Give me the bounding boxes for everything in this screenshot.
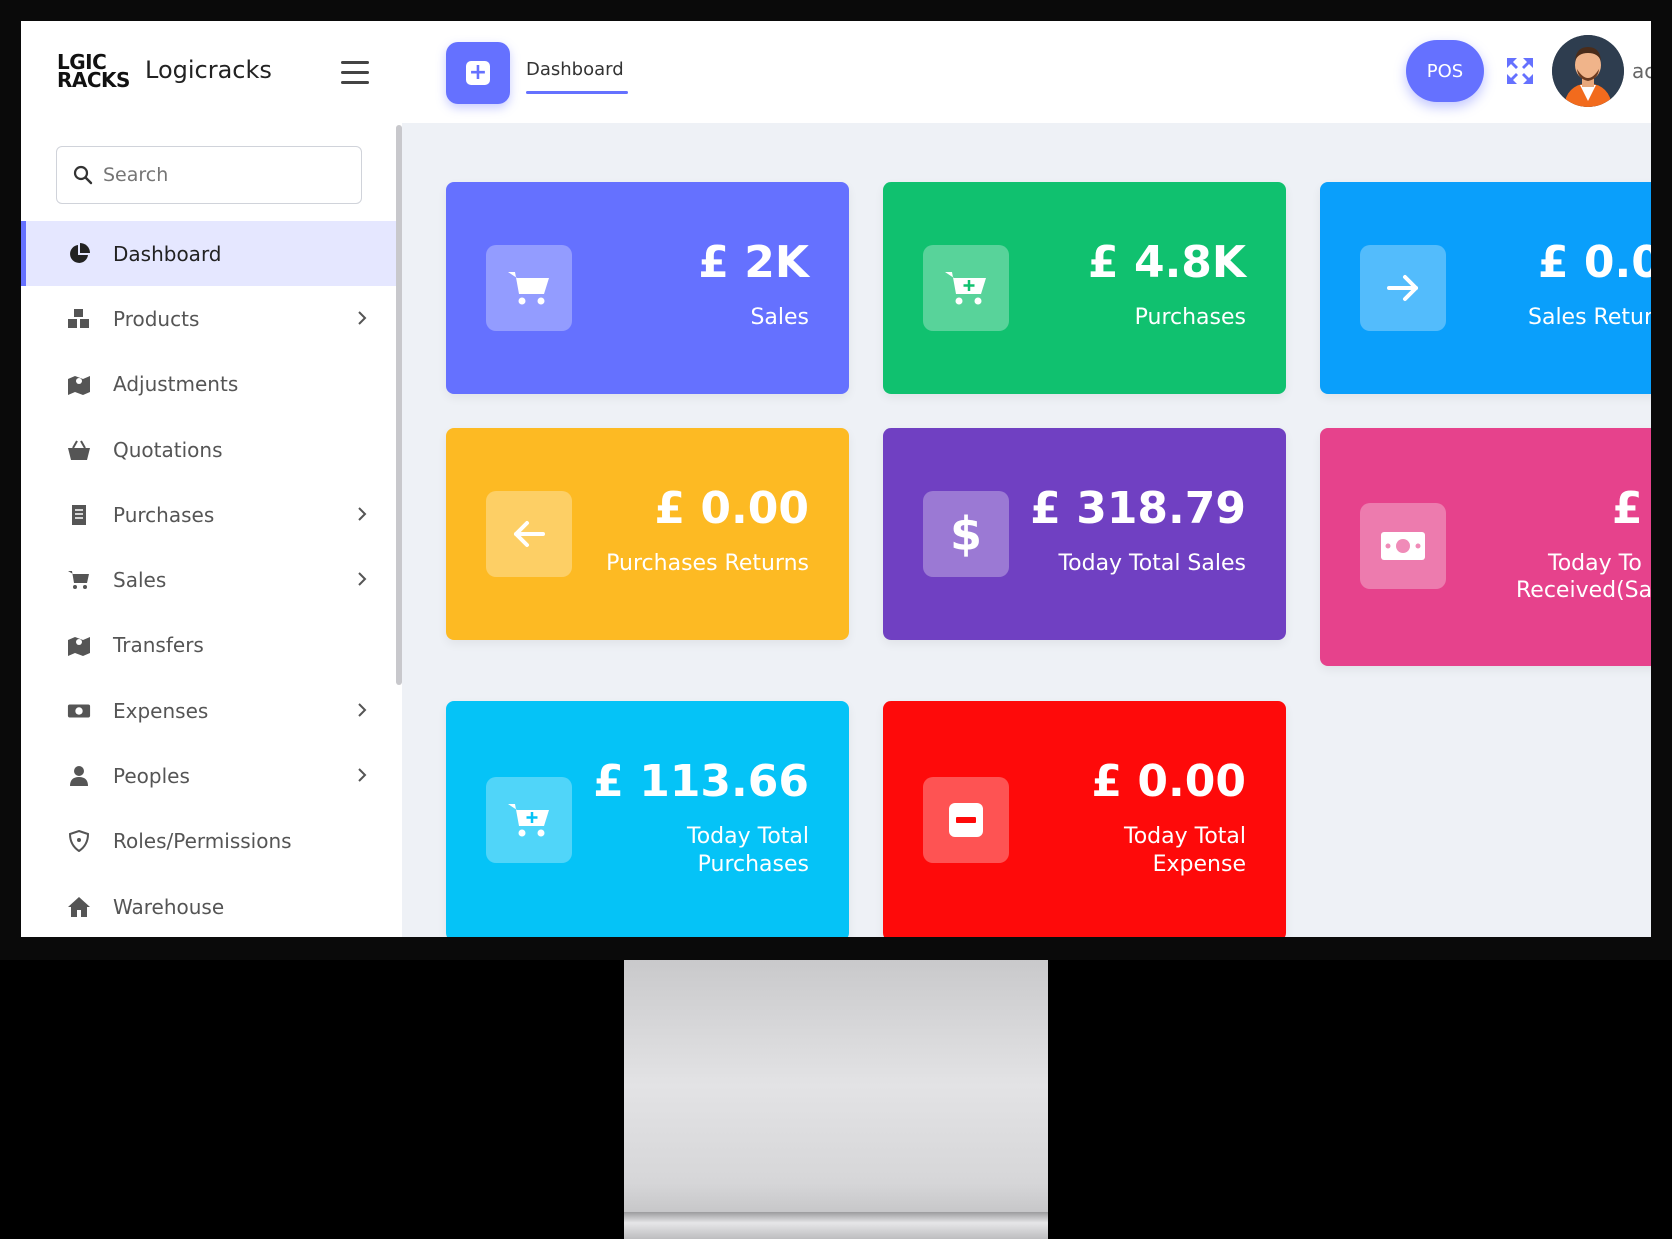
user-avatar[interactable] xyxy=(1552,35,1624,107)
stat-amount: £ 0.00 xyxy=(654,483,810,534)
stat-label: Sales xyxy=(750,305,809,330)
top-bar: LGIC RACKS Logicracks + Dashboard POS ac xyxy=(21,21,1651,123)
chevron-right-icon xyxy=(358,311,367,326)
sidebar-item-label: Adjustments xyxy=(113,372,239,397)
stat-label: Expense xyxy=(1152,852,1246,877)
chevron-right-icon xyxy=(358,768,367,783)
sidebar-item-label: Roles/Permissions xyxy=(113,829,292,854)
stat-card-today-total-purchases[interactable]: £ 113.66 Today Total Purchases xyxy=(446,701,849,937)
tab-dashboard[interactable]: Dashboard xyxy=(526,59,624,80)
shield-icon xyxy=(67,829,91,853)
map-icon xyxy=(67,372,91,396)
user-name[interactable]: ac xyxy=(1632,59,1651,83)
dollar-icon: $ xyxy=(923,491,1009,577)
basket-icon xyxy=(67,438,91,462)
sidebar-item-sales[interactable]: Sales xyxy=(21,547,396,612)
money-icon xyxy=(67,699,91,723)
stat-amount: £ 1 xyxy=(1612,483,1651,534)
sidebar-item-dashboard[interactable]: Dashboard xyxy=(21,221,396,287)
search-input[interactable] xyxy=(103,164,343,186)
sidebar-scrollbar[interactable] xyxy=(396,125,402,685)
pie-chart-icon xyxy=(67,242,91,266)
stat-label: Received(Sale xyxy=(1516,578,1651,603)
stat-amount: £ 113.66 xyxy=(593,756,809,807)
minus-icon xyxy=(923,777,1009,863)
sidebar-item-peoples[interactable]: Peoples xyxy=(21,743,396,808)
fullscreen-icon[interactable] xyxy=(1505,56,1535,86)
search-icon xyxy=(73,165,93,185)
add-tab-button[interactable]: + xyxy=(446,42,510,104)
stat-amount: £ 0.00 xyxy=(1091,756,1247,807)
cart-plus-icon xyxy=(486,777,572,863)
user-icon xyxy=(67,764,91,788)
stat-label: Today To xyxy=(1548,551,1642,576)
sidebar-item-label: Warehouse xyxy=(113,894,225,919)
sidebar-item-products[interactable]: Products xyxy=(21,286,396,351)
receipt-icon xyxy=(67,503,91,527)
brand: LGIC RACKS Logicracks xyxy=(21,21,402,123)
menu-toggle-icon[interactable] xyxy=(341,61,369,85)
sidebar-item-label: Transfers xyxy=(113,633,204,658)
chevron-right-icon xyxy=(358,507,367,521)
arrow-right-icon xyxy=(1360,245,1446,331)
sidebar-item-label: Dashboard xyxy=(113,241,222,266)
stat-card-purchases-returns[interactable]: £ 0.00 Purchases Returns xyxy=(446,428,849,640)
stat-label: Today Total xyxy=(687,824,809,849)
boxes-icon xyxy=(67,307,91,331)
logo-line-2: RACKS xyxy=(57,68,130,92)
stat-label: Today Total Sales xyxy=(1058,551,1246,576)
sidebar-item-transfers[interactable]: Transfers xyxy=(21,613,396,678)
search-box[interactable] xyxy=(56,146,362,204)
app-screen: LGIC RACKS Logicracks + Dashboard POS ac… xyxy=(21,21,1651,937)
monitor-stand xyxy=(624,960,1048,1239)
brand-name: Logicracks xyxy=(145,56,272,84)
sidebar-menu: Dashboard Products Adjustments Quotation… xyxy=(21,221,396,937)
sidebar-item-label: Quotations xyxy=(113,437,223,462)
chevron-right-icon xyxy=(358,572,367,587)
brand-logo[interactable]: LGIC RACKS xyxy=(57,52,130,93)
stat-card-sales[interactable]: £ 2K Sales xyxy=(446,182,849,394)
cart-icon xyxy=(486,245,572,331)
cart-plus-icon xyxy=(923,245,1009,331)
stat-label: Today Total xyxy=(1124,824,1246,849)
pos-button[interactable]: POS xyxy=(1406,40,1484,102)
sidebar-item-expenses[interactable]: Expenses xyxy=(21,678,396,743)
sidebar-item-label: Purchases xyxy=(113,502,215,527)
cart-icon xyxy=(67,568,91,592)
stat-amount: £ 0.0 xyxy=(1538,237,1651,288)
sidebar-item-warehouse[interactable]: Warehouse xyxy=(21,874,396,937)
stat-card-today-total-expense[interactable]: £ 0.00 Today Total Expense xyxy=(883,701,1286,937)
map-icon xyxy=(67,633,91,657)
stat-amount: £ 4.8K xyxy=(1088,237,1246,288)
chevron-right-icon xyxy=(358,703,367,717)
sidebar-item-roles-permissions[interactable]: Roles/Permissions xyxy=(21,809,396,874)
sidebar-item-adjustments[interactable]: Adjustments xyxy=(21,352,396,417)
stat-label: Purchases Returns xyxy=(606,551,809,576)
stat-label: Sales Retur xyxy=(1528,305,1651,330)
sidebar-item-label: Products xyxy=(113,306,200,331)
money-icon xyxy=(1360,503,1446,589)
home-icon xyxy=(67,895,91,919)
arrow-left-icon xyxy=(486,491,572,577)
stat-card-today-total-sales[interactable]: $ £ 318.79 Today Total Sales xyxy=(883,428,1286,640)
sidebar-item-label: Sales xyxy=(113,568,167,593)
stat-card-today-total-received[interactable]: £ 1 Today To Received(Sale xyxy=(1320,428,1651,666)
stat-card-purchases[interactable]: £ 4.8K Purchases xyxy=(883,182,1286,394)
stat-amount: £ 318.79 xyxy=(1030,483,1246,534)
stat-card-sales-returns[interactable]: £ 0.0 Sales Retur xyxy=(1320,182,1651,394)
sidebar-item-purchases[interactable]: Purchases xyxy=(21,482,396,547)
stat-label: Purchases xyxy=(697,852,809,877)
monitor-stand-base xyxy=(624,1212,1048,1239)
tab-active-indicator xyxy=(526,91,628,94)
sidebar-item-label: Expenses xyxy=(113,698,209,723)
stat-amount: £ 2K xyxy=(698,237,809,288)
stat-label: Purchases xyxy=(1134,305,1246,330)
sidebar-item-label: Peoples xyxy=(113,764,190,789)
plus-icon: + xyxy=(466,61,490,85)
sidebar-item-quotations[interactable]: Quotations xyxy=(21,417,396,482)
